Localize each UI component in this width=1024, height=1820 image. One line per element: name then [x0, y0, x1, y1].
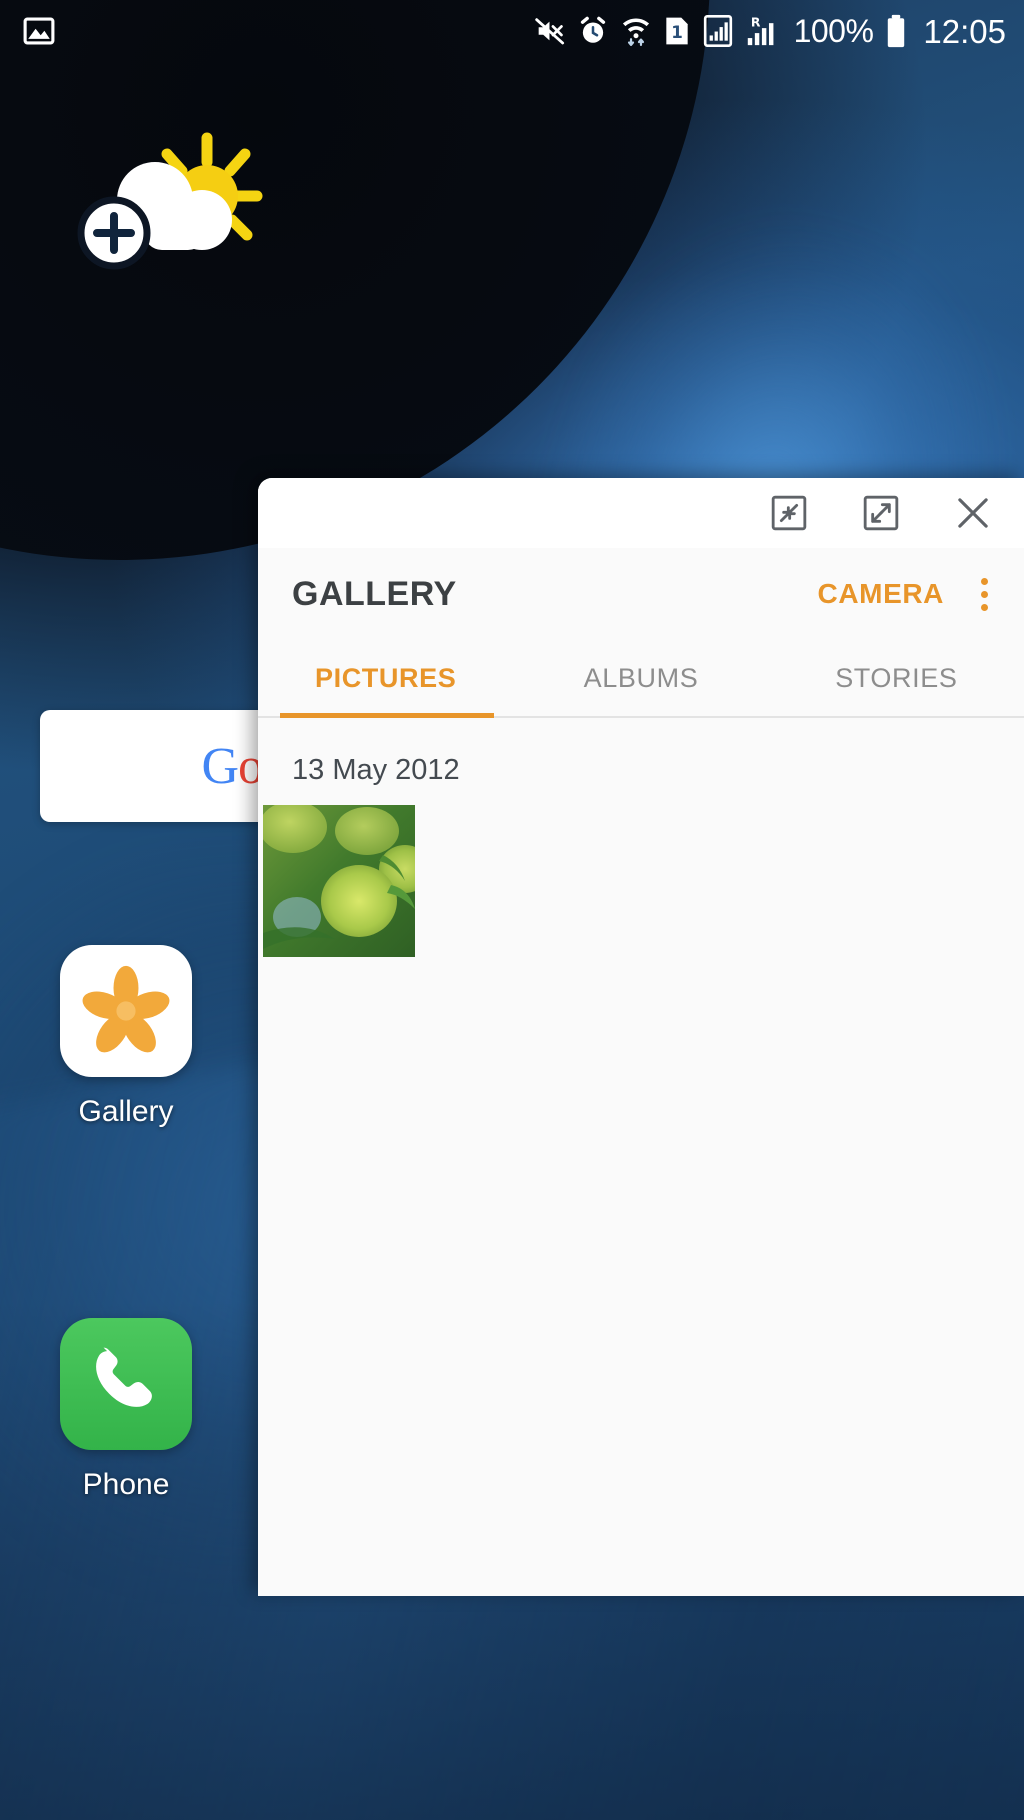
- phone-icon-tile[interactable]: [60, 1318, 192, 1450]
- photo-thumbnail[interactable]: [263, 805, 415, 957]
- app-label-gallery: Gallery: [78, 1095, 174, 1128]
- photo-section-date: 13 May 2012: [292, 754, 460, 786]
- sim-1-icon: 1: [663, 15, 691, 47]
- app-icon-gallery[interactable]: Gallery: [36, 945, 216, 1129]
- battery-percent-label: 100%: [793, 13, 874, 49]
- close-button[interactable]: [950, 490, 996, 536]
- gallery-popup-window: GALLERY CAMERA PICTURES ALBUMS STORIES 1…: [258, 478, 1024, 1596]
- wifi-transfer-icon: [620, 14, 652, 48]
- status-bar[interactable]: 1 R 100% 12:05: [0, 0, 1024, 62]
- gallery-notification-icon: [22, 14, 56, 48]
- maximize-button[interactable]: [858, 490, 904, 536]
- popup-title-bar[interactable]: [258, 478, 1024, 548]
- restore-down-button[interactable]: [766, 490, 812, 536]
- tab-pictures[interactable]: PICTURES: [258, 640, 513, 716]
- signal-boxed-icon: [702, 14, 734, 48]
- phone-handset-icon: [96, 1347, 152, 1407]
- battery-full-icon: [884, 14, 908, 48]
- mute-icon: [534, 15, 566, 47]
- gallery-icon-tile[interactable]: [60, 945, 192, 1077]
- svg-text:1: 1: [671, 23, 683, 42]
- status-bar-notifications: [22, 14, 56, 48]
- gallery-app-bar: GALLERY CAMERA: [258, 548, 1024, 640]
- camera-button[interactable]: CAMERA: [818, 578, 970, 610]
- more-options-icon[interactable]: [970, 569, 998, 619]
- add-widget-badge: [77, 196, 151, 270]
- photo-grid: [258, 805, 1024, 957]
- android-home-screen: 1 R 100% 12:05 Go Gallery Phone GALLERY …: [0, 0, 1024, 1820]
- page-title: GALLERY: [292, 574, 457, 613]
- roaming-signal-icon: R: [745, 14, 783, 48]
- app-label-phone: Phone: [82, 1468, 170, 1501]
- tab-albums[interactable]: ALBUMS: [513, 640, 768, 716]
- gallery-tabs: PICTURES ALBUMS STORIES: [258, 640, 1024, 718]
- alarm-icon: [577, 15, 609, 47]
- tab-stories[interactable]: STORIES: [769, 640, 1024, 716]
- active-tab-indicator: [280, 713, 494, 718]
- svg-text:R: R: [750, 14, 760, 29]
- app-icon-phone[interactable]: Phone: [36, 1318, 216, 1502]
- weather-widget[interactable]: [52, 128, 282, 278]
- status-bar-icons: 1 R 100% 12:05: [534, 14, 1006, 48]
- gallery-flower-icon: [82, 965, 170, 1053]
- status-bar-clock: 12:05: [923, 12, 1006, 50]
